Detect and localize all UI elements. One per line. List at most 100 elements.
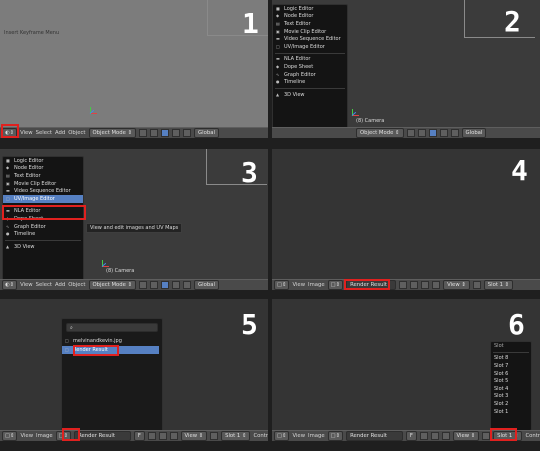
slot-menu-item[interactable]: Slot 5 <box>491 377 531 385</box>
translate-button[interactable] <box>172 129 181 137</box>
menu-view[interactable]: View <box>20 433 33 439</box>
menu-item-timeline[interactable]: ● Timeline <box>273 78 347 86</box>
menu-view[interactable]: View <box>292 282 305 288</box>
image-name-field[interactable]: Render Result <box>74 431 131 441</box>
menu-item-text-editor[interactable]: ▤ Text Editor <box>273 20 347 28</box>
menu-select[interactable]: Select <box>36 282 52 288</box>
menu-add[interactable]: Add <box>55 130 65 136</box>
menu-image[interactable]: Image <box>308 282 325 288</box>
viewport-overlay-text: Insert Keyframe Menu <box>4 30 60 36</box>
menu-item-3d-view[interactable]: ▲ 3D View <box>273 91 347 99</box>
menu-item-timeline[interactable]: ● Timeline <box>3 230 83 238</box>
menu-item-graph-editor[interactable]: ∿ Graph Editor <box>273 71 347 79</box>
shading-button[interactable] <box>406 129 415 137</box>
manipulator-toggle[interactable] <box>161 281 170 289</box>
shading-button[interactable] <box>139 129 148 137</box>
new-image-button[interactable] <box>147 432 156 440</box>
image-name-field[interactable]: Render Result <box>346 431 403 441</box>
menu-item-video-sequence-editor[interactable]: ▬ Video Sequence Editor <box>273 35 347 43</box>
fake-user-toggle[interactable]: F <box>405 431 417 441</box>
editor-type-button[interactable]: □⇕ <box>2 431 18 441</box>
slot-select[interactable]: Slot 1 ⇕ <box>221 431 251 441</box>
view-mode-select[interactable]: View ⇕ <box>452 431 480 441</box>
manipulator-toggle[interactable] <box>161 129 170 137</box>
menu-item-logic-editor[interactable]: ■ Logic Editor <box>3 157 83 165</box>
menu-item-text-editor[interactable]: ▤ Text Editor <box>3 172 83 180</box>
unlink-image-button[interactable] <box>158 432 167 440</box>
image-editor-icon: □ <box>6 195 10 201</box>
manipulator-toggle[interactable] <box>428 129 437 137</box>
menu-item-video-sequence-editor[interactable]: ▬ Video Sequence Editor <box>3 187 83 195</box>
slot-menu-item[interactable]: Slot 1 <box>491 408 531 416</box>
menu-item-movie-clip-editor[interactable]: ▣ Movie Clip Editor <box>273 28 347 36</box>
uv-button[interactable] <box>210 432 219 440</box>
browse-image-button[interactable]: □⇕ <box>327 431 344 441</box>
slot-menu-item[interactable]: Slot 3 <box>491 393 531 401</box>
editor-type-button[interactable]: □⇕ <box>274 280 290 290</box>
image-editor-canvas[interactable]: 4 <box>272 149 540 279</box>
editor-type-button[interactable]: ◐⇕ <box>2 280 18 290</box>
slot-menu-item[interactable]: Slot 2 <box>491 400 531 408</box>
menu-item-dope-sheet[interactable]: ◆ Dope Sheet <box>273 63 347 71</box>
menu-item-movie-clip-editor[interactable]: ▣ Movie Clip Editor <box>3 180 83 188</box>
menu-item-graph-editor[interactable]: ∿ Graph Editor <box>3 223 83 231</box>
orientation-select[interactable]: Global <box>461 128 487 138</box>
dope-sheet-icon: ◆ <box>276 63 280 69</box>
slot-menu-item[interactable]: Slot 4 <box>491 385 531 393</box>
mode-select[interactable]: Object Mode ⇕ <box>88 128 137 138</box>
pivot-button[interactable] <box>150 281 159 289</box>
uv-button[interactable] <box>472 281 481 289</box>
slot-menu-item[interactable]: Slot 6 <box>491 370 531 378</box>
menu-object[interactable]: Object <box>68 282 85 288</box>
rotate-button[interactable] <box>183 129 192 137</box>
unlink-image-button[interactable] <box>430 432 439 440</box>
step-number: 6 <box>508 308 525 341</box>
3d-viewport[interactable]: Insert Keyframe Menu 1 <box>0 0 268 127</box>
translate-button[interactable] <box>172 281 181 289</box>
menu-object[interactable]: Object <box>68 130 85 136</box>
menu-item-nla-editor[interactable]: ▬ NLA Editor <box>273 56 347 64</box>
image-browser-item[interactable]: □ melvinandkevin.jpg <box>62 337 159 345</box>
unlink-image-button[interactable] <box>421 281 430 289</box>
nla-icon: ▬ <box>276 56 280 62</box>
mode-select[interactable]: Object Mode ⇕ <box>88 280 137 290</box>
menu-image[interactable]: Image <box>36 433 53 439</box>
orientation-select[interactable]: Global <box>194 128 219 138</box>
image-search-input[interactable]: ⌕ <box>66 323 158 332</box>
view-mode-select[interactable]: View ⇕ <box>443 280 470 290</box>
menu-view[interactable]: View <box>20 130 33 136</box>
view-mode-select[interactable]: View ⇕ <box>180 431 208 441</box>
menu-item-node-editor[interactable]: ◆ Node Editor <box>3 165 83 173</box>
slot-menu-item[interactable]: Slot 8 <box>491 355 531 363</box>
slot-menu-item[interactable]: Slot 7 <box>491 362 531 370</box>
fake-user-toggle[interactable]: F <box>133 431 145 441</box>
menu-item-uv-image-editor[interactable]: □ UV/Image Editor <box>3 194 83 203</box>
rotate-button[interactable] <box>450 129 459 137</box>
pin-button[interactable] <box>441 432 450 440</box>
browse-image-button[interactable]: □⇕ <box>327 280 344 290</box>
menu-item-3d-view[interactable]: ▲ 3D View <box>3 243 83 251</box>
menu-item-node-editor[interactable]: ◆ Node Editor <box>273 13 347 21</box>
menu-item-uv-image-editor[interactable]: □ UV/Image Editor <box>273 43 347 51</box>
rotate-button[interactable] <box>183 281 192 289</box>
new-image-button[interactable] <box>410 281 419 289</box>
pin-button[interactable] <box>432 281 441 289</box>
pivot-button[interactable] <box>417 129 426 137</box>
slot-select[interactable]: Slot 1 ⇕ <box>483 280 514 290</box>
editor-type-button[interactable]: □⇕ <box>274 431 290 441</box>
menu-view[interactable]: View <box>20 282 33 288</box>
fake-user-button[interactable] <box>399 281 408 289</box>
menu-item-logic-editor[interactable]: ■ Logic Editor <box>273 5 347 13</box>
mode-select[interactable]: Object Mode ⇕ <box>356 128 404 138</box>
menu-view[interactable]: View <box>292 433 305 439</box>
shading-button[interactable] <box>139 281 148 289</box>
translate-button[interactable] <box>439 129 448 137</box>
menu-add[interactable]: Add <box>55 282 65 288</box>
pivot-button[interactable] <box>150 129 159 137</box>
menu-image[interactable]: Image <box>308 433 325 439</box>
menu-select[interactable]: Select <box>36 130 52 136</box>
pin-button[interactable] <box>169 432 178 440</box>
orientation-select[interactable]: Global <box>194 280 219 290</box>
uv-button[interactable] <box>482 432 491 440</box>
new-image-button[interactable] <box>419 432 428 440</box>
